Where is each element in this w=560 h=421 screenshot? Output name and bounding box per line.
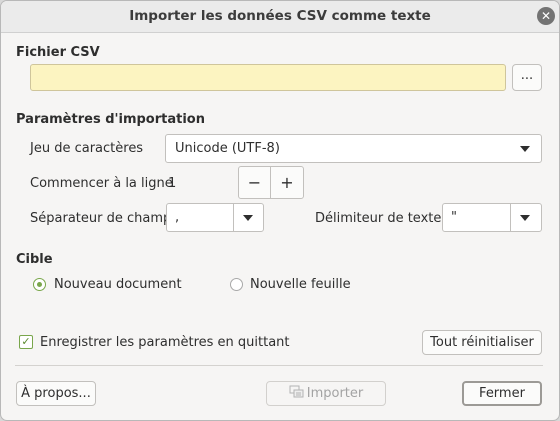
text-delimiter-label: Délimiteur de texte <box>315 211 442 226</box>
combo-divider <box>510 204 511 231</box>
chevron-down-icon <box>520 146 530 152</box>
charset-dropdown[interactable]: Unicode (UTF-8) <box>165 134 542 163</box>
window-title: Importer les données CSV comme texte <box>129 8 431 24</box>
target-section-heading: Cible <box>16 252 53 267</box>
file-path-input[interactable] <box>30 64 506 91</box>
increment-button[interactable]: + <box>270 166 304 199</box>
save-settings-checkbox[interactable]: ✓ <box>19 335 33 349</box>
reset-all-button[interactable]: Tout réinitialiser <box>422 330 542 355</box>
csv-import-dialog: Importer les données CSV comme texte ✕ F… <box>0 0 560 421</box>
decrement-button[interactable]: − <box>238 166 271 199</box>
charset-label: Jeu de caractères <box>30 141 144 156</box>
close-icon[interactable]: ✕ <box>537 7 555 25</box>
new-document-label[interactable]: Nouveau document <box>54 277 182 292</box>
new-sheet-radio[interactable] <box>230 278 243 291</box>
field-separator-value: , <box>175 210 180 225</box>
start-line-label: Commencer à la ligne <box>30 176 173 191</box>
new-document-radio[interactable] <box>33 278 46 291</box>
save-settings-label[interactable]: Enregistrer les paramètres en quittant <box>40 335 290 350</box>
new-sheet-label[interactable]: Nouvelle feuille <box>250 277 351 292</box>
text-delimiter-value: " <box>451 210 457 225</box>
import-icon <box>289 384 305 398</box>
close-button[interactable]: Fermer <box>462 381 542 406</box>
start-line-value[interactable]: 1 <box>168 176 176 191</box>
about-button[interactable]: À propos... <box>16 381 96 406</box>
chevron-down-icon[interactable] <box>243 215 253 221</box>
browse-button[interactable]: ... <box>512 64 542 91</box>
divider <box>15 365 543 366</box>
params-section-heading: Paramètres d'importation <box>16 112 205 127</box>
title-bar: Importer les données CSV comme texte ✕ <box>1 1 559 33</box>
text-delimiter-combo[interactable]: " <box>442 203 542 232</box>
charset-value: Unicode (UTF-8) <box>175 141 280 156</box>
combo-divider <box>233 204 234 231</box>
field-separator-label: Séparateur de champ <box>30 211 172 226</box>
import-label: Importer <box>306 386 364 401</box>
chevron-down-icon[interactable] <box>520 215 530 221</box>
field-separator-combo[interactable]: , <box>166 203 264 232</box>
import-button[interactable]: Importer <box>266 381 386 406</box>
file-section-heading: Fichier CSV <box>16 45 100 60</box>
